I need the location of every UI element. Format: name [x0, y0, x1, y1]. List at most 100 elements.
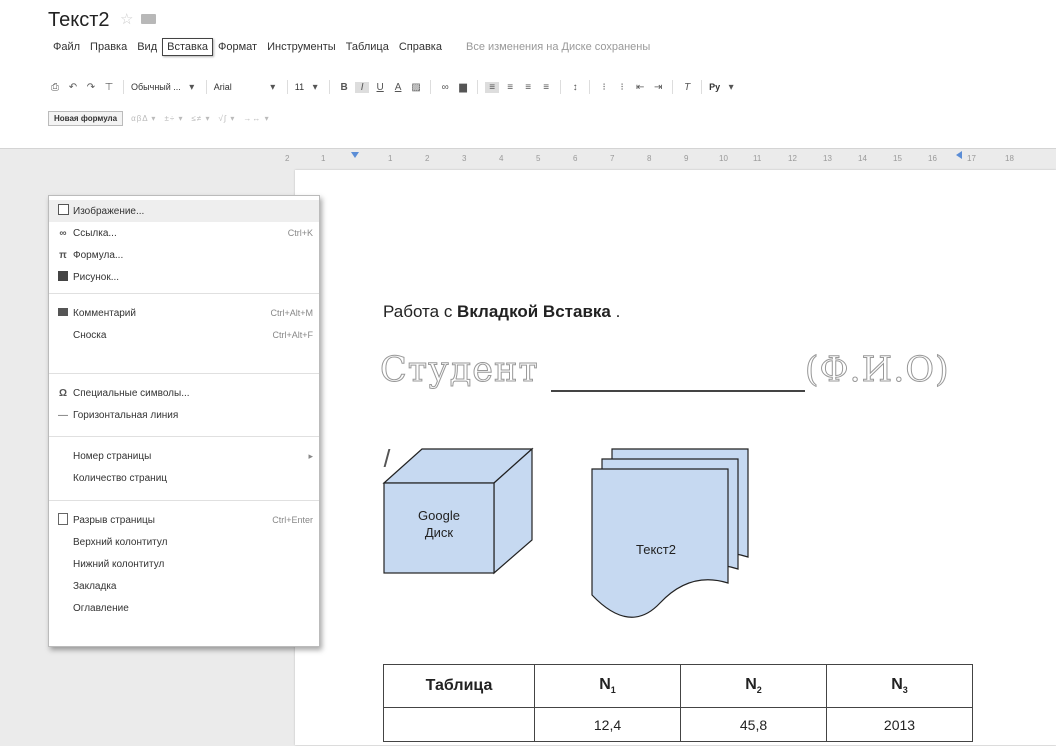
menu-help[interactable]: Справка — [394, 38, 447, 56]
menu-item-toc[interactable]: Оглавление — [49, 597, 319, 619]
style-dropdown[interactable]: Обычный ... — [131, 82, 181, 92]
paint-format-icon[interactable]: ⊤ — [102, 82, 116, 93]
right-margin-marker-icon[interactable] — [956, 151, 962, 159]
new-formula-button[interactable]: Новая формула — [48, 110, 124, 126]
student-wordart[interactable]: Студент _(Ф.И.О) — [380, 350, 950, 392]
menu-view[interactable]: Вид — [132, 38, 162, 56]
menu-item-label: Изображение... — [73, 205, 145, 217]
chevron-down-icon[interactable]: ▾ — [266, 82, 280, 93]
menu-format[interactable]: Формат — [213, 38, 262, 56]
greek-letters-icon[interactable]: αβΔ ▾ — [131, 114, 156, 123]
menu-item-image[interactable]: Изображение... — [49, 200, 319, 222]
align-center-icon[interactable]: ≡ — [503, 82, 517, 93]
numbered-list-icon[interactable]: ⁝ — [597, 82, 611, 93]
link-icon[interactable]: ∞ — [438, 82, 452, 93]
menu-item-header[interactable]: Верхний колонтитул — [49, 531, 319, 553]
bulleted-list-icon[interactable]: ⁝ — [615, 82, 629, 93]
document-heading[interactable]: Работа с Вкладкой Вставка . — [383, 302, 620, 322]
google-drive-cube-drawing[interactable]: Google Диск — [382, 447, 534, 575]
font-size-dropdown[interactable]: 11 — [295, 82, 304, 92]
menu-item-label: Специальные символы... — [73, 387, 190, 399]
align-right-icon[interactable]: ≡ — [521, 82, 535, 93]
comment-icon[interactable]: ▆ — [456, 82, 470, 93]
ruler-tick: 13 — [823, 154, 832, 163]
save-status: Все изменения на Диске сохранены — [465, 41, 651, 53]
heading-suffix-text: . — [610, 302, 621, 321]
italic-icon[interactable]: I — [355, 81, 370, 93]
chevron-down-icon[interactable]: ▾ — [724, 82, 738, 93]
table-header-cell[interactable]: N1 — [534, 664, 681, 708]
menu-item-formula[interactable]: π Формула... — [49, 244, 319, 266]
menu-item-page-count[interactable]: Количество страниц — [49, 467, 319, 489]
print-icon[interactable]: ⎙ — [48, 82, 62, 93]
ruler-tick: 2 — [425, 154, 430, 163]
menu-item-shortcut: Ctrl+Alt+M — [270, 308, 313, 318]
ruler[interactable]: 2 1 1 2 3 4 5 6 7 8 9 10 11 12 13 14 15 … — [285, 150, 1056, 168]
increase-indent-icon[interactable]: ⇥ — [651, 82, 665, 93]
equation-toolbar: Новая формула αβΔ ▾ ±÷ ▾ ≤≠ ▾ √∫ ▾ →↔ ▾ — [48, 108, 270, 128]
math-operations-icon[interactable]: √∫ ▾ — [219, 114, 236, 123]
chevron-down-icon[interactable]: ▾ — [185, 82, 199, 93]
document-table[interactable]: Таблица N1 N2 N3 12,4 45,8 2013 — [383, 664, 973, 742]
menu-insert[interactable]: Вставка — [162, 38, 214, 56]
menu-item-page-number[interactable]: Номер страницы ▸ — [49, 445, 319, 467]
arrows-icon[interactable]: →↔ ▾ — [243, 114, 269, 123]
document-title[interactable]: Текст2 — [48, 9, 109, 32]
menu-item-bookmark[interactable]: Закладка — [49, 575, 319, 597]
underline-icon[interactable]: U — [373, 82, 387, 93]
decrease-indent-icon[interactable]: ⇤ — [633, 82, 647, 93]
ruler-tick: 8 — [647, 154, 652, 163]
highlight-icon[interactable]: ▨ — [409, 82, 423, 93]
menu-item-label: Оглавление — [73, 602, 129, 614]
menu-item-comment[interactable]: Комментарий Ctrl+Alt+M — [49, 302, 319, 324]
table-cell[interactable]: 12,4 — [534, 707, 681, 742]
menu-item-page-break[interactable]: Разрыв страницы Ctrl+Enter — [49, 509, 319, 531]
menu-item-link[interactable]: ∞ Ссылка... Ctrl+K — [49, 222, 319, 244]
font-dropdown[interactable]: Arial — [214, 82, 232, 92]
align-left-icon[interactable]: ≡ — [485, 81, 500, 93]
operators-icon[interactable]: ±÷ ▾ — [164, 114, 183, 123]
text-color-icon[interactable]: A — [391, 82, 405, 93]
table-header-cell[interactable]: N3 — [826, 664, 973, 708]
table-header-cell[interactable]: Таблица — [383, 664, 535, 708]
menu-item-label: Закладка — [73, 580, 117, 592]
menu-edit[interactable]: Правка — [85, 38, 132, 56]
toolbar-divider — [329, 80, 331, 94]
menu-item-footer[interactable]: Нижний колонтитул — [49, 553, 319, 575]
menu-item-label: Разрыв страницы — [73, 514, 155, 526]
menu-item-special-chars[interactable]: Ω Специальные символы... — [49, 382, 319, 404]
menu-item-label: Ссылка... — [73, 227, 117, 239]
menu-item-drawing[interactable]: Рисунок... — [49, 266, 319, 288]
star-icon[interactable]: ☆ — [120, 10, 133, 28]
menu-item-horizontal-line[interactable]: — Горизонтальная линия — [49, 404, 319, 426]
undo-icon[interactable]: ↶ — [66, 82, 80, 93]
indent-marker-icon[interactable] — [351, 152, 359, 158]
table-cell[interactable]: 45,8 — [680, 707, 827, 742]
line-spacing-icon[interactable]: ↕ — [568, 82, 582, 93]
menu-tools[interactable]: Инструменты — [262, 38, 341, 56]
toolbar-divider — [286, 80, 288, 94]
omega-icon: Ω — [58, 387, 68, 399]
ruler-tick: 2 — [285, 154, 290, 163]
ruler-tick: 7 — [610, 154, 615, 163]
folder-icon[interactable] — [141, 14, 156, 24]
clear-formatting-icon[interactable]: T — [680, 82, 694, 93]
multidocument-drawing[interactable]: Текст2 — [591, 448, 749, 618]
menu-divider — [49, 293, 319, 294]
menu-item-footnote[interactable]: Сноска Ctrl+Alt+F — [49, 324, 319, 346]
redo-icon[interactable]: ↷ — [84, 82, 98, 93]
ruler-tick: 18 — [1005, 154, 1014, 163]
language-dropdown[interactable]: Ру — [709, 82, 720, 92]
table-header-cell[interactable]: N2 — [680, 664, 827, 708]
table-cell[interactable]: 2013 — [826, 707, 973, 742]
align-justify-icon[interactable]: ≡ — [539, 82, 553, 93]
table-cell[interactable] — [383, 707, 535, 742]
relations-icon[interactable]: ≤≠ ▾ — [191, 114, 210, 123]
menu-table[interactable]: Таблица — [341, 38, 394, 56]
menu-item-label: Номер страницы — [73, 450, 152, 462]
toolbar-divider — [205, 80, 207, 94]
chevron-down-icon[interactable]: ▾ — [308, 82, 322, 93]
bold-icon[interactable]: B — [337, 82, 351, 93]
ruler-tick: 9 — [684, 154, 689, 163]
menu-file[interactable]: Файл — [48, 38, 85, 56]
